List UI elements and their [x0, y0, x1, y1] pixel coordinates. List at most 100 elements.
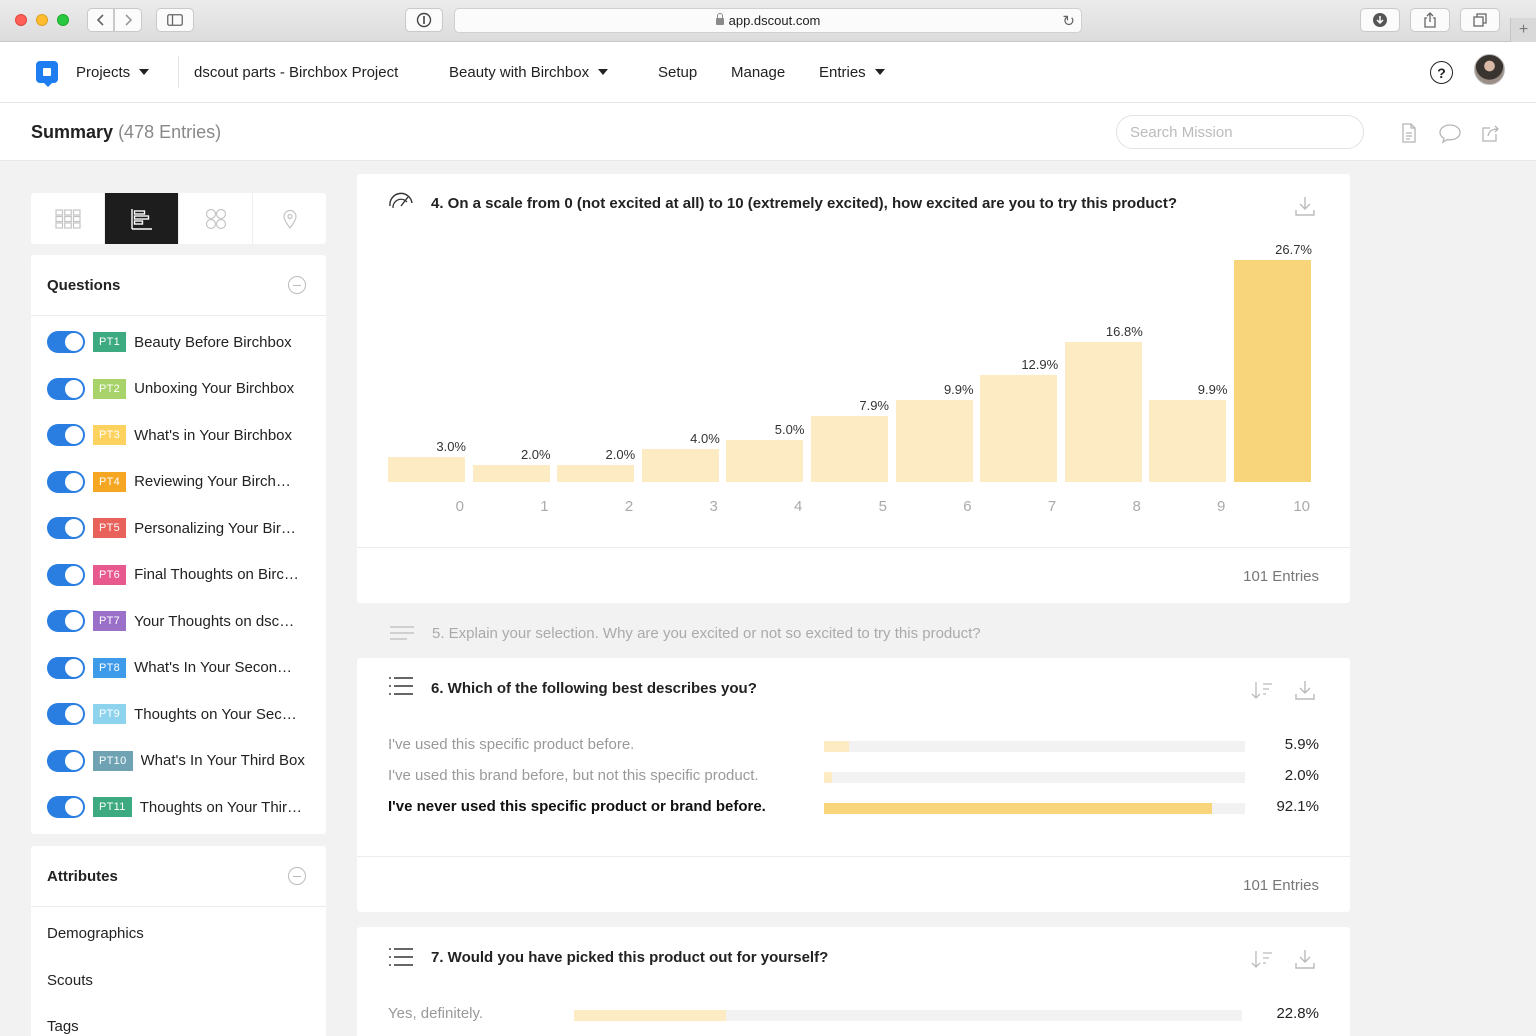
search-mission-input[interactable] — [1116, 115, 1364, 149]
attribute-tags[interactable]: Tags — [47, 1018, 79, 1035]
question-toggle[interactable] — [47, 377, 85, 400]
lock-icon — [715, 13, 724, 25]
reload-icon[interactable]: ↻ — [1062, 12, 1075, 30]
question-row[interactable]: PT6 Final Thoughts on Birchbox — [31, 560, 326, 590]
sidebar-toggle-button[interactable] — [156, 8, 194, 32]
bar-category-label: 5 — [878, 498, 887, 515]
question-card-7: 7. Would you have picked this product ou… — [357, 927, 1350, 1036]
question-row[interactable]: PT4 Reviewing Your Birchbox — [31, 467, 326, 497]
download-icon[interactable] — [1294, 195, 1316, 217]
caret-down-icon — [139, 69, 150, 75]
tab-grid-view[interactable] — [31, 193, 105, 244]
question-label: Beauty Before Birchbox — [134, 333, 292, 351]
chart-bar[interactable] — [472, 465, 550, 482]
question-toggle[interactable] — [47, 656, 85, 679]
mission-menu[interactable]: Beauty with Birchbox — [449, 64, 609, 81]
option-label: I've used this brand before, but not thi… — [388, 767, 759, 784]
summary-bar: Summary (478 Entries) — [0, 103, 1536, 161]
collapse-icon[interactable] — [288, 276, 306, 294]
chart-bar[interactable] — [557, 465, 635, 482]
question-toggle[interactable] — [47, 749, 85, 772]
question-row[interactable]: PT5 Personalizing Your Birchbox — [31, 513, 326, 543]
sort-icon[interactable] — [1251, 948, 1273, 970]
tabs-overview-button[interactable] — [1460, 8, 1500, 32]
document-icon[interactable] — [1398, 122, 1420, 144]
option-bar-fill — [824, 741, 849, 752]
question-toggle[interactable] — [47, 703, 85, 725]
question-toggle[interactable] — [47, 517, 85, 539]
user-avatar[interactable] — [1474, 54, 1505, 85]
caret-down-icon — [598, 69, 609, 75]
question-row[interactable]: PT7 Your Thoughts on dscout — [31, 606, 326, 636]
chart-bar[interactable] — [726, 440, 804, 482]
project-name[interactable]: dscout parts - Birchbox Project — [194, 64, 398, 81]
new-tab-button[interactable]: + — [1510, 18, 1536, 42]
sort-icon[interactable] — [1251, 679, 1273, 701]
question-toggle[interactable] — [47, 610, 85, 632]
share-icon — [1424, 12, 1436, 28]
question-label: What's In Your Third Box — [140, 752, 305, 769]
attribute-scouts[interactable]: Scouts — [47, 972, 93, 989]
question-toggle[interactable] — [47, 331, 85, 353]
projects-menu[interactable]: Projects — [76, 64, 150, 81]
tab-map-view[interactable] — [253, 193, 326, 244]
chart-bar[interactable] — [1149, 399, 1227, 482]
option-percent: 92.1% — [1276, 798, 1319, 815]
questions-panel-header: Questions — [31, 255, 326, 316]
bar-category-label: 2 — [624, 498, 634, 515]
question-row[interactable]: PT3 What's in Your Birchbox — [31, 420, 326, 450]
question-row[interactable]: PT8 What's In Your Second Box — [31, 653, 326, 683]
dscout-logo[interactable] — [36, 61, 58, 87]
entries-menu[interactable]: Entries — [819, 64, 885, 81]
option-bar-track — [824, 772, 1245, 783]
forward-button[interactable] — [114, 8, 142, 32]
tab-cluster-view[interactable] — [179, 193, 253, 244]
zoom-window-button[interactable] — [57, 14, 69, 26]
question-toggle[interactable] — [47, 563, 85, 586]
download-circle-icon — [1373, 13, 1387, 27]
nav-setup[interactable]: Setup — [658, 64, 697, 81]
download-icon[interactable] — [1294, 679, 1316, 701]
chart-bar[interactable] — [1234, 260, 1311, 482]
question-label: Thoughts on Your Third Box — [139, 798, 305, 816]
close-window-button[interactable] — [15, 14, 27, 26]
chart-bar[interactable] — [641, 448, 719, 482]
bar-value-label: 26.7% — [1275, 242, 1312, 257]
chart-bar[interactable] — [811, 416, 888, 482]
back-button[interactable] — [87, 8, 114, 32]
chart-bar[interactable] — [980, 374, 1058, 482]
address-bar[interactable]: app.dscout.com ↻ — [454, 8, 1082, 33]
bar-category-label: 10 — [1293, 498, 1310, 515]
comment-icon[interactable] — [1438, 122, 1462, 144]
option-percent: 22.8% — [1276, 1005, 1319, 1022]
download-icon[interactable] — [1294, 948, 1316, 970]
chart-bar[interactable] — [388, 457, 465, 482]
question-toggle[interactable] — [47, 424, 85, 446]
chart-bar[interactable] — [895, 399, 973, 482]
share-button[interactable] — [1410, 8, 1450, 32]
option-bar-track — [574, 1010, 1242, 1021]
export-icon[interactable] — [1480, 122, 1502, 144]
bar-value-label: 3.0% — [436, 439, 466, 455]
chart-bar[interactable] — [1064, 342, 1142, 482]
bar-value-label: 5.0% — [774, 422, 805, 438]
question-toggle[interactable] — [47, 796, 85, 818]
question-row[interactable]: PT1 Beauty Before Birchbox — [31, 327, 326, 357]
downloads-button[interactable] — [1360, 8, 1400, 32]
help-icon[interactable]: ? — [1430, 61, 1453, 84]
minimize-window-button[interactable] — [36, 14, 48, 26]
bar-value-label: 7.9% — [859, 398, 889, 414]
collapse-icon[interactable] — [288, 867, 306, 885]
question-5-title[interactable]: 5. Explain your selection. Why are you e… — [432, 625, 981, 642]
question-row[interactable]: PT9 Thoughts on Your Second Box — [31, 699, 326, 729]
option-percent: 5.9% — [1284, 736, 1319, 753]
question-toggle[interactable] — [47, 470, 85, 493]
attribute-demographics[interactable]: Demographics — [47, 925, 144, 942]
tab-summary-view[interactable] — [105, 193, 179, 244]
question-row[interactable]: PT2 Unboxing Your Birchbox — [31, 374, 326, 404]
question-row[interactable]: PT11 Thoughts on Your Third Box — [31, 792, 326, 822]
reader-button[interactable] — [405, 8, 443, 32]
question-row[interactable]: PT10 What's In Your Third Box — [31, 746, 326, 776]
nav-manage[interactable]: Manage — [731, 64, 785, 81]
bar-chart-icon — [130, 208, 152, 230]
